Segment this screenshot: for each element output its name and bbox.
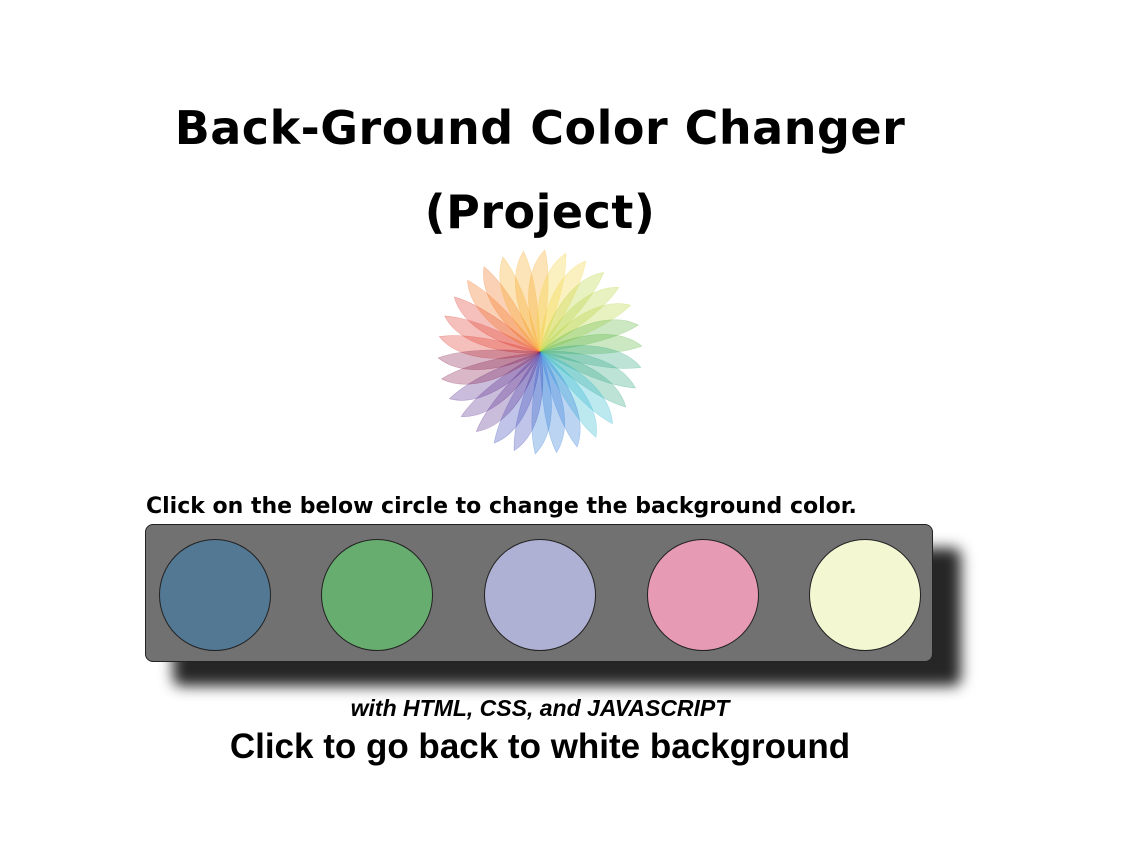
color-swatch-blue[interactable] bbox=[159, 539, 271, 651]
color-palette bbox=[145, 524, 933, 662]
page: Back-Ground Color Changer (Project) Clic… bbox=[0, 0, 1123, 849]
page-title: Back-Ground Color Changer (Project) bbox=[0, 86, 1080, 254]
page-title-line-2: (Project) bbox=[424, 185, 656, 239]
color-wheel-icon bbox=[437, 249, 643, 455]
color-swatch-cream[interactable] bbox=[809, 539, 921, 651]
color-swatch-green[interactable] bbox=[321, 539, 433, 651]
instruction-text: Click on the below circle to change the … bbox=[146, 494, 857, 519]
page-title-line-1: Back-Ground Color Changer bbox=[174, 101, 906, 155]
tech-subtitle: with HTML, CSS, and JAVASCRIPT bbox=[350, 695, 730, 721]
color-swatch-lavender[interactable] bbox=[484, 539, 596, 651]
reset-white-background-button[interactable]: Click to go back to white background bbox=[0, 726, 1080, 768]
color-swatch-pink[interactable] bbox=[647, 539, 759, 651]
